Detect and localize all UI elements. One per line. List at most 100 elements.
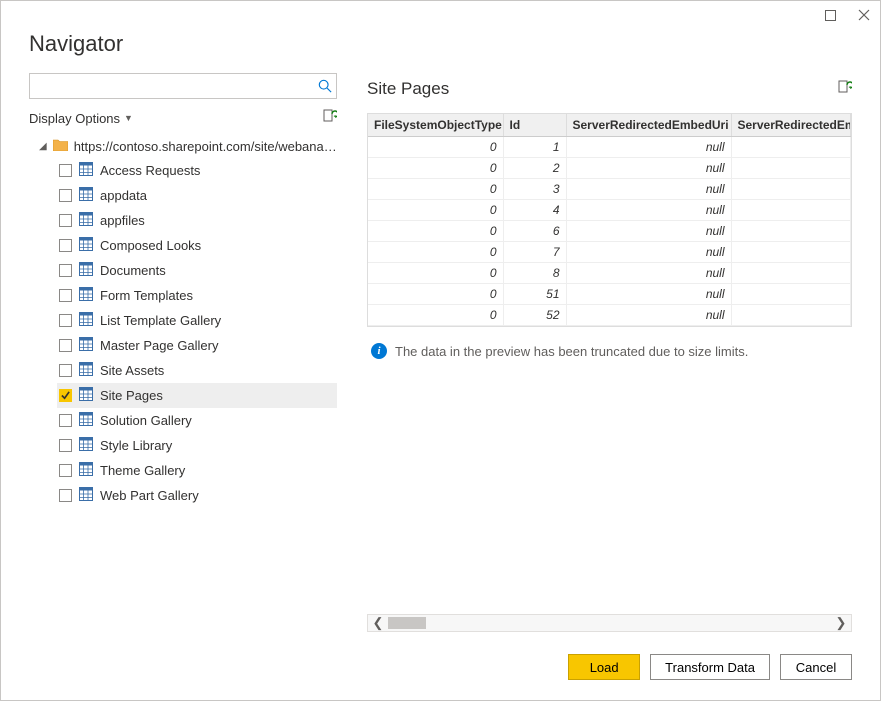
tree-item[interactable]: Solution Gallery — [57, 408, 337, 433]
table-cell: 6 — [503, 221, 566, 242]
table-cell: null — [566, 242, 731, 263]
table-cell: null — [566, 179, 731, 200]
checkbox[interactable] — [59, 364, 72, 377]
checkbox[interactable] — [59, 464, 72, 477]
table-icon — [79, 262, 93, 279]
table-icon — [79, 437, 93, 454]
titlebar — [1, 1, 880, 29]
checkbox[interactable] — [59, 389, 72, 402]
column-header[interactable]: ServerRedirectedEmbedUri — [566, 114, 731, 137]
table-icon — [79, 362, 93, 379]
search-icon[interactable] — [314, 79, 336, 93]
table-row[interactable]: 07null — [368, 242, 851, 263]
table-cell: 0 — [368, 305, 503, 326]
tree-item[interactable]: Web Part Gallery — [57, 483, 337, 508]
preview-refresh-icon[interactable] — [836, 80, 852, 99]
folder-icon — [53, 139, 68, 154]
table-row[interactable]: 04null — [368, 200, 851, 221]
preview-pane: Site Pages FileSystemObjectTypeIdServerR… — [367, 73, 852, 632]
table-icon — [79, 237, 93, 254]
checkbox[interactable] — [59, 314, 72, 327]
tree-item[interactable]: appdata — [57, 183, 337, 208]
table-cell: 2 — [503, 158, 566, 179]
cancel-button[interactable]: Cancel — [780, 654, 852, 680]
table-cell: 0 — [368, 200, 503, 221]
tree-item-label: Form Templates — [100, 288, 193, 303]
tree-item[interactable]: appfiles — [57, 208, 337, 233]
table-row[interactable]: 03null — [368, 179, 851, 200]
tree-item-label: Site Assets — [100, 363, 164, 378]
table-row[interactable]: 051null — [368, 284, 851, 305]
checkbox[interactable] — [59, 264, 72, 277]
table-row[interactable]: 08null — [368, 263, 851, 284]
tree-item[interactable]: Composed Looks — [57, 233, 337, 258]
horizontal-scrollbar[interactable]: ❮ ❯ — [367, 614, 852, 632]
load-button[interactable]: Load — [568, 654, 640, 680]
table-row[interactable]: 052null — [368, 305, 851, 326]
table-cell: 0 — [368, 242, 503, 263]
table-cell: 8 — [503, 263, 566, 284]
tree-item[interactable]: Site Pages — [57, 383, 337, 408]
tree-item[interactable]: Style Library — [57, 433, 337, 458]
preview-info-text: The data in the preview has been truncat… — [395, 344, 748, 359]
table-cell — [731, 179, 851, 200]
tree-root[interactable]: ◢ https://contoso.sharepoint.com/site/we… — [29, 135, 337, 158]
chevron-down-icon: ▼ — [124, 113, 133, 123]
tree-item[interactable]: Access Requests — [57, 158, 337, 183]
checkbox[interactable] — [59, 164, 72, 177]
table-cell: 0 — [368, 221, 503, 242]
left-pane: Display Options ▼ ◢ https://contoso.shar… — [29, 73, 337, 632]
table-cell: null — [566, 221, 731, 242]
tree-item[interactable]: Theme Gallery — [57, 458, 337, 483]
checkbox[interactable] — [59, 489, 72, 502]
checkbox[interactable] — [59, 214, 72, 227]
tree-item[interactable]: Site Assets — [57, 358, 337, 383]
scroll-thumb[interactable] — [388, 617, 426, 629]
table-cell: 0 — [368, 137, 503, 158]
close-button[interactable] — [856, 7, 872, 23]
checkbox[interactable] — [59, 339, 72, 352]
tree-item[interactable]: List Template Gallery — [57, 308, 337, 333]
preview-title: Site Pages — [367, 79, 449, 99]
table-cell: 51 — [503, 284, 566, 305]
table-icon — [79, 462, 93, 479]
info-icon: i — [371, 343, 387, 359]
tree-item[interactable]: Master Page Gallery — [57, 333, 337, 358]
maximize-button[interactable] — [822, 7, 838, 23]
checkbox[interactable] — [59, 189, 72, 202]
table-icon — [79, 187, 93, 204]
tree-item[interactable]: Documents — [57, 258, 337, 283]
tree-item-label: Documents — [100, 263, 166, 278]
checkbox[interactable] — [59, 289, 72, 302]
scroll-right-icon[interactable]: ❯ — [831, 615, 851, 631]
transform-data-button[interactable]: Transform Data — [650, 654, 770, 680]
tree-item-label: Solution Gallery — [100, 413, 192, 428]
tree-item-label: appfiles — [100, 213, 145, 228]
display-options-button[interactable]: Display Options ▼ — [29, 111, 133, 126]
column-header[interactable]: ServerRedirectedEmbed — [731, 114, 851, 137]
table-cell: 52 — [503, 305, 566, 326]
table-cell: null — [566, 284, 731, 305]
search-input[interactable] — [30, 74, 314, 98]
refresh-icon[interactable] — [321, 109, 337, 128]
tree-item-label: appdata — [100, 188, 147, 203]
scroll-left-icon[interactable]: ❮ — [368, 615, 388, 631]
table-cell — [731, 200, 851, 221]
preview-table: FileSystemObjectTypeIdServerRedirectedEm… — [367, 113, 852, 327]
column-header[interactable]: FileSystemObjectType — [368, 114, 503, 137]
table-row[interactable]: 02null — [368, 158, 851, 179]
table-icon — [79, 162, 93, 179]
column-header[interactable]: Id — [503, 114, 566, 137]
table-cell: 4 — [503, 200, 566, 221]
checkbox[interactable] — [59, 414, 72, 427]
search-box[interactable] — [29, 73, 337, 99]
tree-item[interactable]: Form Templates — [57, 283, 337, 308]
tree-item-label: Theme Gallery — [100, 463, 185, 478]
table-cell — [731, 263, 851, 284]
tree-item-label: Master Page Gallery — [100, 338, 219, 353]
checkbox[interactable] — [59, 439, 72, 452]
table-icon — [79, 487, 93, 504]
table-row[interactable]: 06null — [368, 221, 851, 242]
checkbox[interactable] — [59, 239, 72, 252]
table-row[interactable]: 01null — [368, 137, 851, 158]
